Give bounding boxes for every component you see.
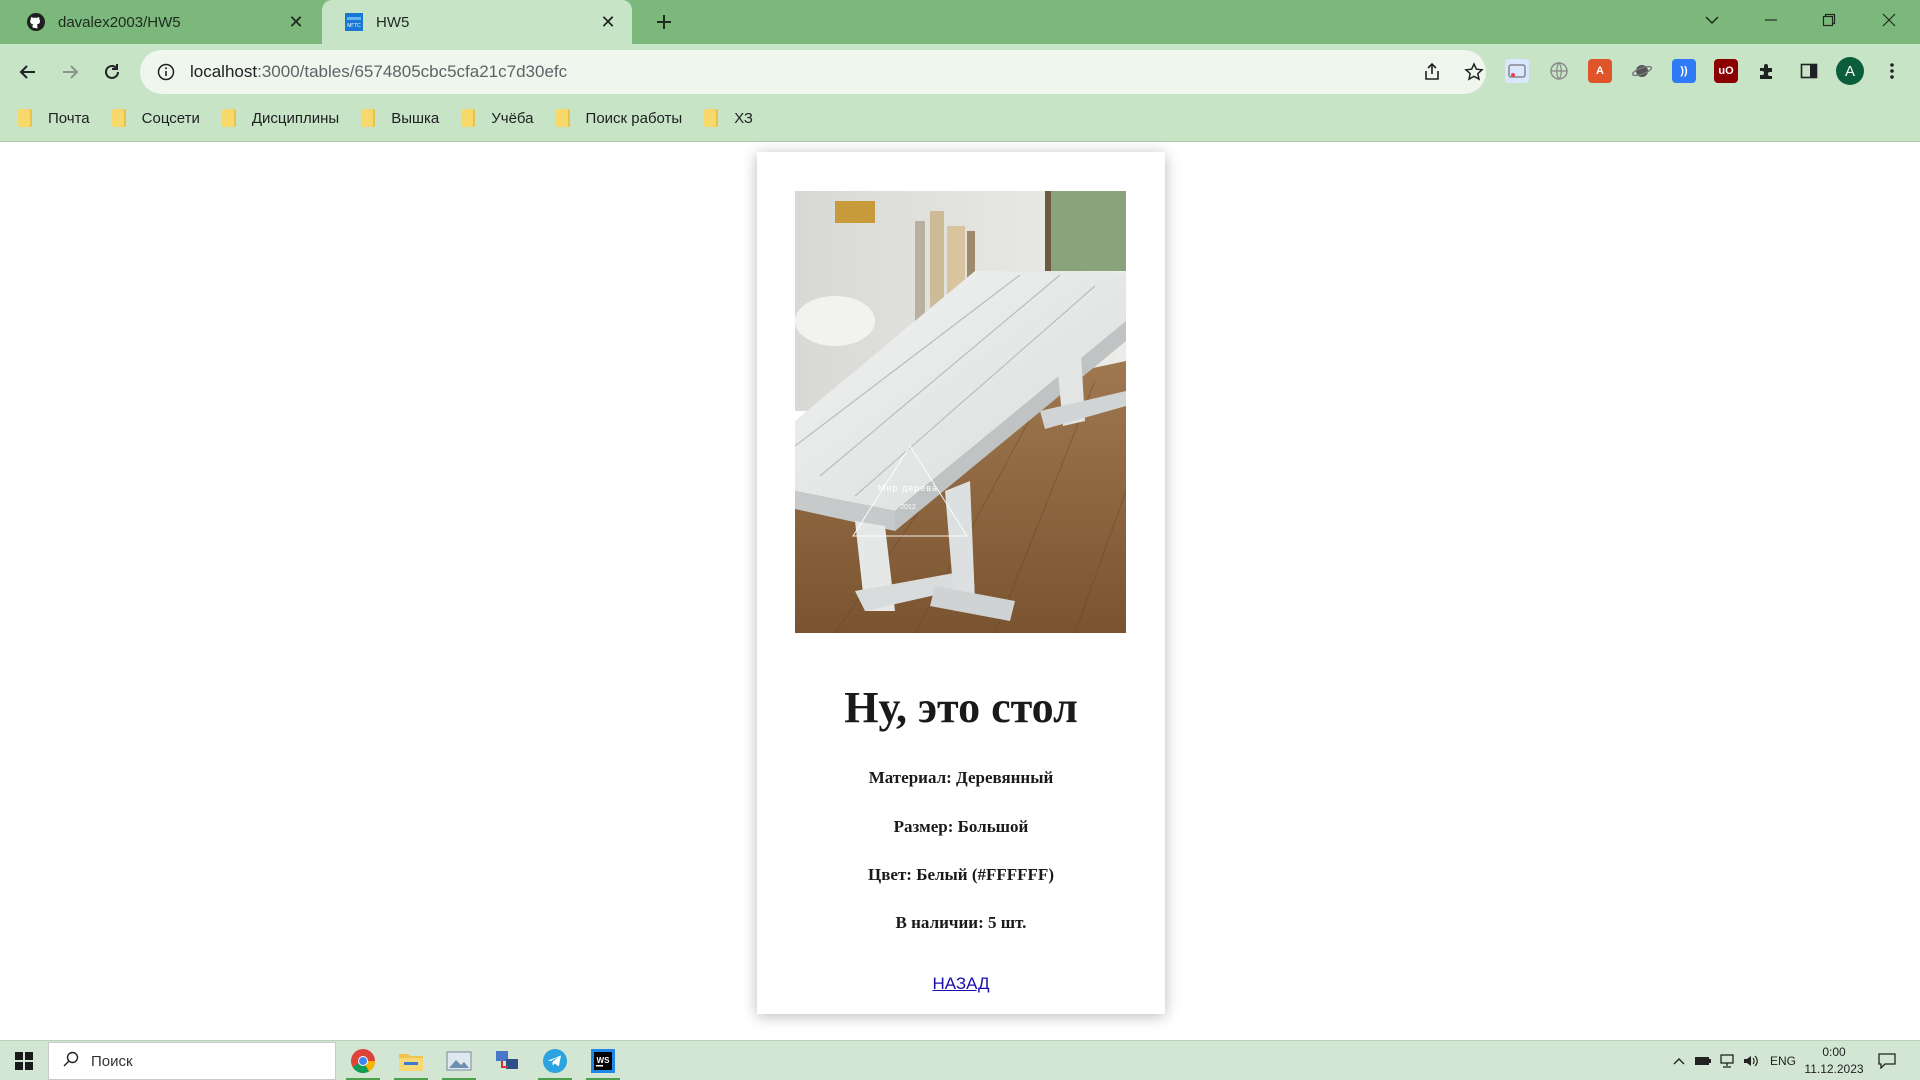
product-card: Мир дерева 2012 Ну, это стол Материал: Д… [757, 152, 1165, 1014]
bookmark-label: Учёба [491, 109, 534, 127]
folder-icon [704, 109, 719, 127]
search-placeholder: Поиск [91, 1052, 133, 1070]
tab-hw5-title: HW5 [376, 13, 410, 31]
battery-icon[interactable] [1694, 1041, 1712, 1080]
taskbar-search[interactable]: Поиск [48, 1042, 336, 1080]
close-icon[interactable]: ✕ [598, 12, 618, 32]
folder-icon [111, 109, 126, 127]
folder-icon [361, 109, 376, 127]
tab-hw5[interactable]: МГТС HW5 ✕ [322, 0, 632, 44]
profile-avatar[interactable]: A [1836, 57, 1864, 85]
tab-github[interactable]: davalex2003/HW5 ✕ [4, 0, 320, 44]
restore-icon[interactable] [1800, 0, 1858, 40]
cast-extension-icon[interactable] [1505, 59, 1529, 83]
volume-icon[interactable] [1742, 1041, 1760, 1080]
bookmark-folder[interactable]: Поиск работы [555, 109, 683, 127]
planet-extension-icon[interactable] [1630, 59, 1654, 83]
bookmark-label: Поиск работы [585, 109, 683, 127]
folder-icon [221, 109, 236, 127]
bookmark-label: Соцсети [141, 109, 200, 127]
bookmark-folder[interactable]: Учёба [461, 109, 534, 127]
photos-app-icon[interactable] [436, 1041, 482, 1080]
webstorm-icon[interactable]: WS [580, 1041, 626, 1080]
address-bar[interactable]: localhost:3000/tables/6574805cbc5cfa21c7… [140, 50, 1486, 94]
clock-date: 11.12.2023 [1804, 1062, 1864, 1076]
product-color: Цвет: Белый (#FFFFFF) [868, 865, 1054, 884]
bookmark-folder[interactable]: Вышка [361, 109, 439, 127]
share-icon[interactable] [1420, 60, 1444, 84]
folder-icon [555, 109, 570, 127]
extensions-puzzle-icon[interactable] [1755, 59, 1779, 83]
globe-extension-icon[interactable] [1547, 59, 1571, 83]
url-text: localhost:3000/tables/6574805cbc5cfa21c7… [190, 62, 567, 82]
ublock-origin-icon[interactable]: uO [1714, 59, 1738, 83]
back-link[interactable]: НАЗАД [932, 974, 989, 993]
bookmark-label: Вышка [391, 109, 440, 127]
back-link-wrap: НАЗАД [757, 974, 1165, 994]
browser-toolbar: localhost:3000/tables/6574805cbc5cfa21c7… [0, 44, 1920, 142]
bookmarks-bar: Почта Соцсети Дисциплины Вышка Учёба Пои… [0, 100, 1920, 136]
tab-search-chevron-icon[interactable] [1683, 0, 1741, 40]
product-title: Ну, это стол [844, 683, 1078, 732]
language-indicator[interactable]: ENG [1770, 1041, 1796, 1080]
svg-text:WS: WS [597, 1056, 611, 1065]
translate-extension-icon[interactable]: A [1588, 59, 1612, 83]
telegram-icon[interactable] [532, 1041, 578, 1080]
github-icon [26, 12, 46, 32]
search-icon [63, 1051, 79, 1071]
system-clock[interactable]: 0:00 11.12.2023 [1804, 1044, 1864, 1078]
network-tool-icon[interactable] [484, 1041, 530, 1080]
folder-icon [461, 109, 476, 127]
window-close-icon[interactable] [1860, 0, 1918, 40]
clock-time: 0:00 [1822, 1045, 1846, 1059]
forward-arrow-icon[interactable] [54, 56, 86, 88]
watermark-text: Мир дерева [878, 483, 938, 493]
bookmark-label: ХЗ [734, 109, 753, 127]
bookmark-folder[interactable]: ХЗ [704, 109, 753, 127]
notifications-icon[interactable] [1878, 1041, 1896, 1080]
url-host: localhost [190, 62, 258, 81]
product-stock: В наличии: 5 шт. [895, 913, 1027, 932]
product-material: Материал: Деревянный [868, 768, 1054, 787]
page-viewport: Мир дерева 2012 Ну, это стол Материал: Д… [0, 142, 1920, 1040]
kebab-menu-icon[interactable] [1880, 59, 1904, 83]
network-icon[interactable] [1718, 1041, 1736, 1080]
url-path: :3000/tables/6574805cbc5cfa21c7d30efc [257, 62, 568, 81]
windows-start-icon[interactable] [0, 1041, 48, 1080]
bookmark-folder[interactable]: Дисциплины [221, 109, 340, 127]
product-size: Размер: Большой [893, 817, 1029, 836]
site-info-icon[interactable] [152, 63, 180, 81]
watermark-year: 2012 [900, 504, 916, 511]
bookmark-label: Дисциплины [251, 109, 340, 127]
windows-taskbar: Поиск WS ENG 0:00 11.12.2023 [0, 1040, 1920, 1080]
chrome-taskbar-icon[interactable] [340, 1041, 386, 1080]
tab-github-title: davalex2003/HW5 [58, 13, 181, 31]
bookmark-star-icon[interactable] [1462, 60, 1486, 84]
tray-overflow-icon[interactable] [1672, 1041, 1686, 1080]
site-favicon-icon: МГТС [344, 12, 364, 32]
bookmark-folder[interactable]: Почта [18, 109, 90, 127]
favicon-text: МГТС [347, 23, 361, 29]
folder-icon [18, 109, 32, 127]
close-icon[interactable]: ✕ [286, 12, 306, 32]
wave-extension-icon[interactable]: )) [1672, 59, 1696, 83]
reload-icon[interactable] [96, 56, 128, 88]
file-explorer-icon[interactable] [388, 1041, 434, 1080]
minimize-icon[interactable] [1742, 0, 1800, 40]
tab-strip: davalex2003/HW5 ✕ МГТС HW5 ✕ [0, 0, 1920, 44]
product-photo: Мир дерева 2012 [795, 191, 1126, 633]
side-panel-icon[interactable] [1797, 59, 1821, 83]
new-tab-icon[interactable] [650, 8, 678, 36]
back-arrow-icon[interactable] [12, 56, 44, 88]
bookmark-label: Почта [48, 109, 90, 127]
bookmark-folder[interactable]: Соцсети [111, 109, 200, 127]
